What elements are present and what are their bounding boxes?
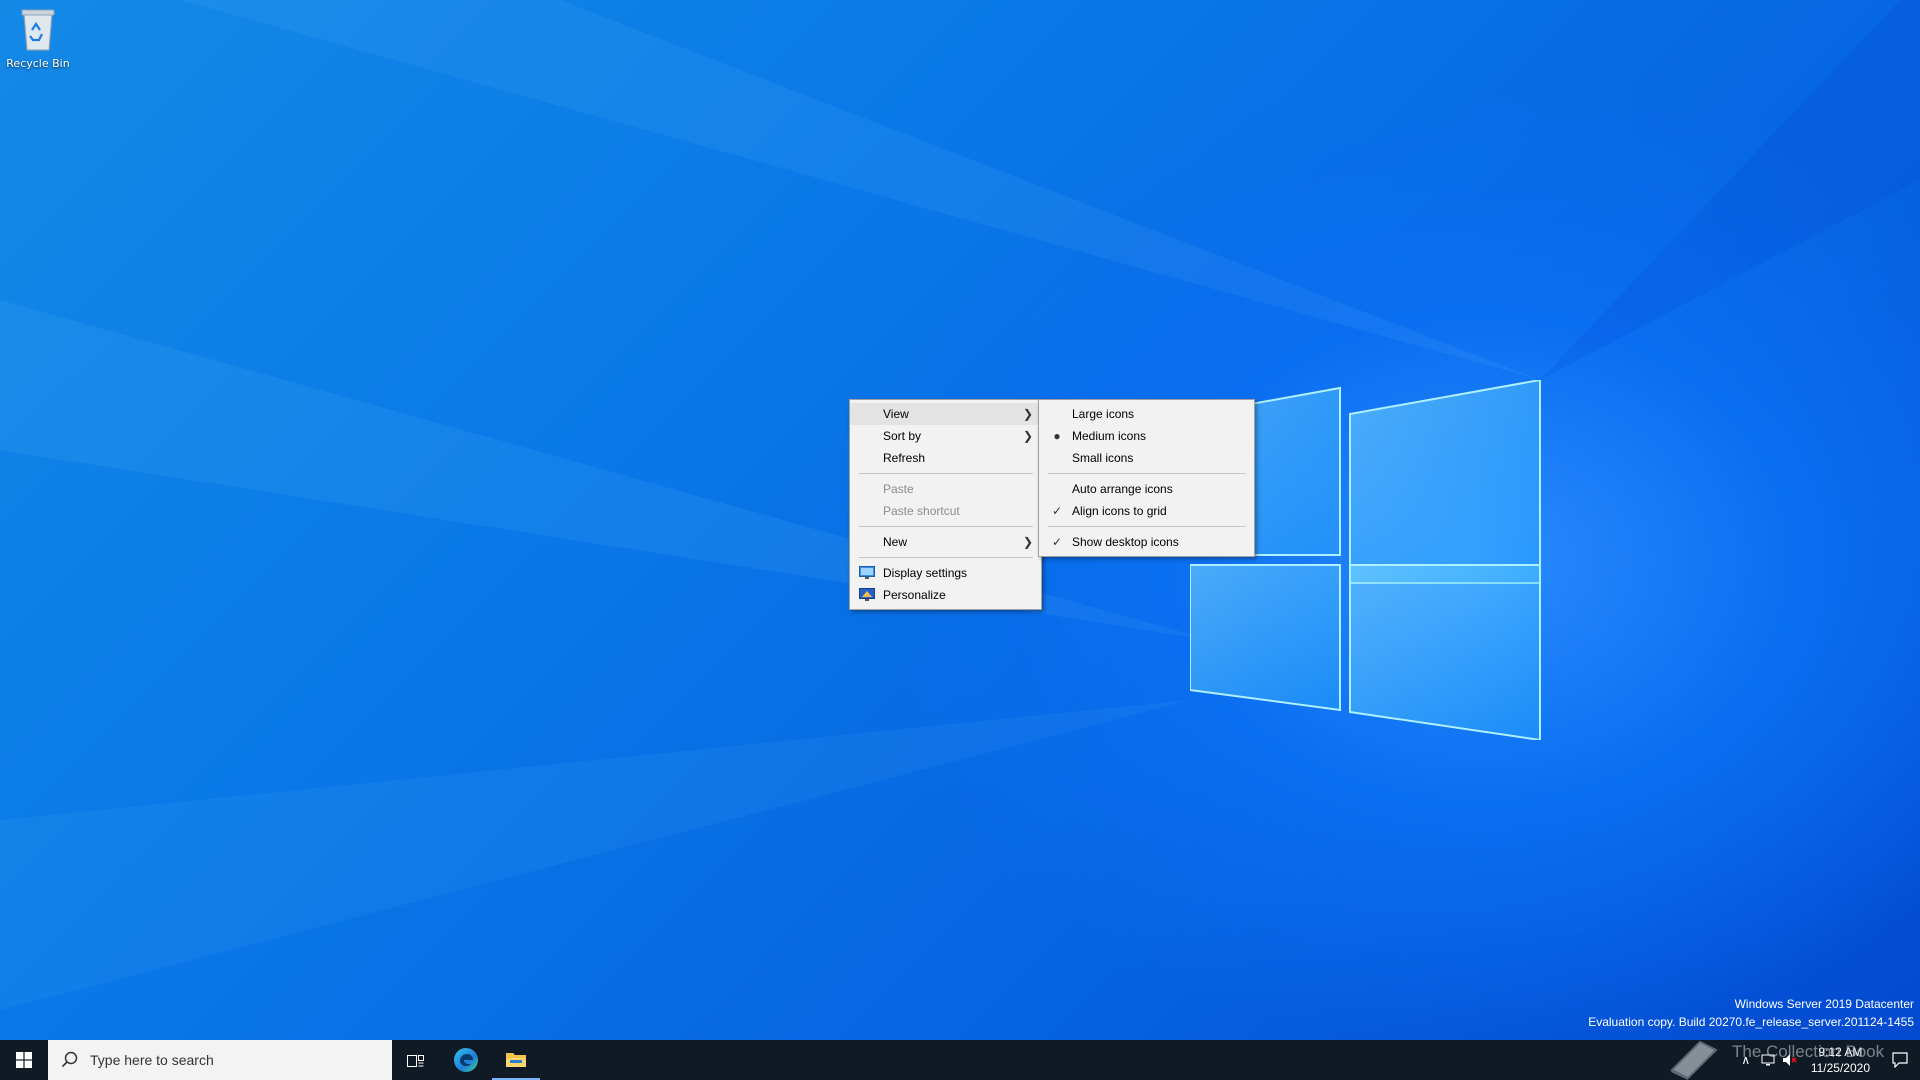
desktop-context-menu: View ❯ Sort by ❯ Refresh Paste Paste sho…: [849, 399, 1042, 610]
submenu-item-large-icons[interactable]: Large icons: [1039, 403, 1254, 425]
menu-item-label: Personalize: [883, 588, 946, 602]
menu-item-personalize[interactable]: Personalize: [850, 584, 1041, 606]
chevron-right-icon: ❯: [1022, 407, 1033, 421]
book-icon: [1670, 1040, 1718, 1080]
display-settings-icon: [859, 566, 875, 579]
taskbar: Type here to search ∧ 9:12 AM 11/25/2020: [0, 1040, 1920, 1080]
taskbar-search-box[interactable]: Type here to search: [48, 1040, 392, 1080]
menu-item-display-settings[interactable]: Display settings: [850, 562, 1041, 584]
collection-book-overlay: The Collection Book: [1666, 1036, 1884, 1080]
search-placeholder: Type here to search: [90, 1052, 214, 1068]
submenu-item-medium-icons[interactable]: ● Medium icons: [1039, 425, 1254, 447]
action-center-button[interactable]: [1880, 1040, 1920, 1080]
overlay-text: The Collection Book: [1732, 1042, 1885, 1061]
personalize-icon: [859, 588, 875, 601]
chevron-right-icon: ❯: [1022, 429, 1033, 443]
submenu-item-auto-arrange[interactable]: Auto arrange icons: [1039, 478, 1254, 500]
menu-item-refresh[interactable]: Refresh: [850, 447, 1041, 469]
menu-item-label: Medium icons: [1072, 429, 1147, 443]
evaluation-watermark: Windows Server 2019 Datacenter Evaluatio…: [1588, 995, 1914, 1031]
start-button[interactable]: [0, 1040, 48, 1080]
checkmark-icon: ✓: [1051, 535, 1063, 549]
menu-item-paste: Paste: [850, 478, 1041, 500]
menu-item-sort-by[interactable]: Sort by ❯: [850, 425, 1041, 447]
windows-start-icon: [16, 1052, 32, 1068]
menu-item-view[interactable]: View ❯: [850, 403, 1041, 425]
menu-item-paste-shortcut: Paste shortcut: [850, 500, 1041, 522]
menu-item-label: Refresh: [883, 451, 926, 465]
edge-taskbar-button[interactable]: [442, 1040, 490, 1080]
edge-icon: [454, 1048, 478, 1072]
task-view-button[interactable]: [392, 1040, 440, 1080]
menu-separator: [859, 557, 1033, 558]
task-view-icon: [407, 1055, 424, 1067]
menu-separator: [1048, 473, 1246, 474]
menu-separator: [859, 473, 1033, 474]
menu-item-label: Align icons to grid: [1072, 504, 1167, 518]
menu-item-label: Paste: [883, 482, 914, 496]
submenu-item-align-to-grid[interactable]: ✓ Align icons to grid: [1039, 500, 1254, 522]
view-submenu: Large icons ● Medium icons Small icons A…: [1038, 399, 1255, 557]
menu-item-label: New: [883, 535, 908, 549]
menu-separator: [1048, 526, 1246, 527]
bullet-icon: ●: [1053, 429, 1061, 443]
menu-item-label: Show desktop icons: [1072, 535, 1179, 549]
menu-item-label: Large icons: [1072, 407, 1135, 421]
file-explorer-taskbar-button[interactable]: [492, 1040, 540, 1080]
recycle-bin-label: Recycle Bin: [6, 57, 70, 70]
chevron-right-icon: ❯: [1022, 535, 1033, 549]
menu-item-label: Display settings: [883, 566, 968, 580]
menu-item-label: Paste shortcut: [883, 504, 960, 518]
submenu-item-small-icons[interactable]: Small icons: [1039, 447, 1254, 469]
menu-item-new[interactable]: New ❯: [850, 531, 1041, 553]
recycle-bin-icon: [21, 9, 55, 51]
submenu-item-show-desktop-icons[interactable]: ✓ Show desktop icons: [1039, 531, 1254, 553]
menu-item-label: Auto arrange icons: [1072, 482, 1173, 496]
file-explorer-icon: [506, 1053, 526, 1067]
menu-item-label: Small icons: [1072, 451, 1134, 465]
checkmark-icon: ✓: [1051, 504, 1063, 518]
clock-date: 11/25/2020: [1810, 1061, 1870, 1075]
menu-separator: [859, 526, 1033, 527]
watermark-build: Evaluation copy. Build 20270.fe_release_…: [1588, 1015, 1914, 1029]
watermark-edition: Windows Server 2019 Datacenter: [1734, 997, 1914, 1011]
search-icon: [61, 1051, 78, 1068]
desktop-icon-recycle-bin[interactable]: Recycle Bin: [4, 6, 72, 70]
menu-item-label: View: [883, 407, 909, 421]
notification-icon: [1892, 1052, 1908, 1068]
menu-item-label: Sort by: [883, 429, 922, 443]
